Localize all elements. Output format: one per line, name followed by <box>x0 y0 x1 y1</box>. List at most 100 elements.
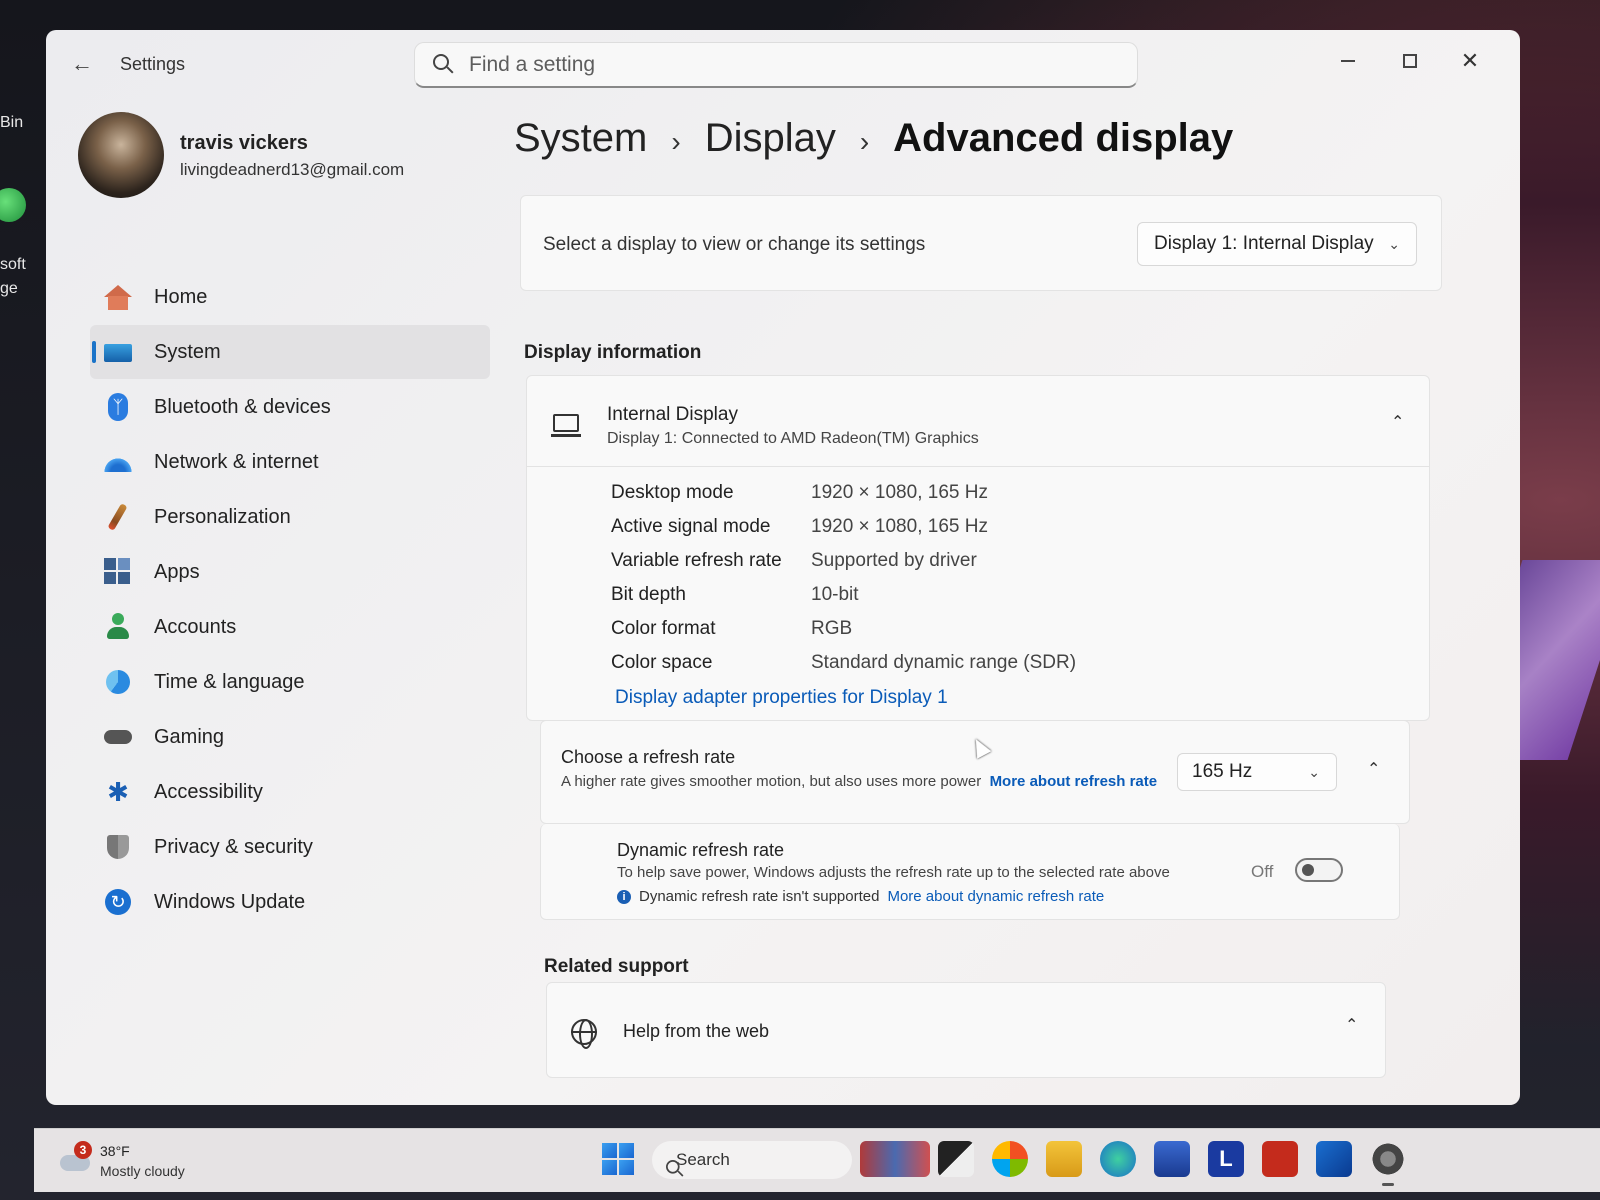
help-from-web-card[interactable]: Help from the web ⌃ <box>546 982 1386 1078</box>
task-view-icon[interactable] <box>938 1141 974 1177</box>
info-row-color-space: Color space Standard dynamic range (SDR) <box>611 647 1076 679</box>
display-select-dropdown[interactable]: Display 1: Internal Display ⌄ <box>1137 222 1417 266</box>
copilot-icon[interactable] <box>992 1141 1028 1177</box>
sidebar-item-network[interactable]: Network & internet <box>90 435 490 489</box>
avatar[interactable] <box>78 112 164 198</box>
maximize-button[interactable] <box>1390 44 1430 78</box>
sidebar-item-privacy-security[interactable]: Privacy & security <box>90 820 490 874</box>
app-title: Settings <box>120 54 186 74</box>
dynamic-refresh-unsupported-text: Dynamic refresh rate isn't supported <box>639 888 880 905</box>
close-button[interactable]: ✕ <box>1450 44 1490 78</box>
info-key: Desktop mode <box>611 482 734 503</box>
minimize-button[interactable] <box>1328 44 1368 78</box>
info-value: 1920 × 1080, 165 Hz <box>811 482 988 503</box>
sidebar-item-apps[interactable]: Apps <box>90 545 490 599</box>
settings-gear-icon[interactable] <box>1370 1141 1406 1186</box>
outlook-icon[interactable] <box>1316 1141 1352 1177</box>
apps-icon <box>104 558 132 586</box>
dynamic-refresh-rate-card: Dynamic refresh rate To help save power,… <box>540 824 1400 920</box>
breadcrumb-display[interactable]: Display <box>705 116 836 161</box>
settings-search-box[interactable] <box>414 42 1138 88</box>
gamepad-icon <box>104 723 132 751</box>
user-profile[interactable]: travis vickers livingdeadnerd13@gmail.co… <box>78 112 498 202</box>
info-key: Bit depth <box>611 584 686 605</box>
info-value: Supported by driver <box>811 550 977 571</box>
settings-search-input[interactable] <box>469 52 1069 77</box>
info-icon: i <box>617 889 631 904</box>
sidebar-item-label: Accounts <box>154 615 237 638</box>
search-icon <box>433 53 455 76</box>
brush-icon <box>104 503 132 531</box>
desktop-icon-label-recycle-bin[interactable]: Bin <box>0 114 23 132</box>
sidebar-item-gaming[interactable]: Gaming <box>90 710 490 764</box>
chevron-up-icon[interactable]: ⌃ <box>1345 1015 1358 1035</box>
refresh-rate-description-text: A higher rate gives smoother motion, but… <box>561 773 982 790</box>
sidebar-item-personalization[interactable]: Personalization <box>90 490 490 544</box>
sidebar-nav: Home System ᛉ Bluetooth & devices Networ… <box>90 270 490 930</box>
info-key: Variable refresh rate <box>611 550 782 571</box>
display-information-heading: Display information <box>524 342 702 363</box>
display-name: Internal Display <box>607 404 738 425</box>
sidebar-item-accessibility[interactable]: ✱ Accessibility <box>90 765 490 819</box>
chevron-up-icon[interactable]: ⌃ <box>1367 759 1380 779</box>
display-select-value: Display 1: Internal Display <box>1154 233 1374 254</box>
weather-temp: 38°F <box>100 1143 130 1159</box>
more-about-dynamic-refresh-link[interactable]: More about dynamic refresh rate <box>887 888 1104 905</box>
mcafee-shield-icon[interactable] <box>1262 1141 1298 1177</box>
update-icon: ↻ <box>104 888 132 916</box>
breadcrumb-system[interactable]: System <box>514 116 647 161</box>
taskbar-search[interactable]: Search <box>652 1141 852 1179</box>
taskbar-search-label: Search <box>676 1150 730 1169</box>
maximize-icon <box>1403 54 1417 68</box>
sidebar-item-bluetooth[interactable]: ᛉ Bluetooth & devices <box>90 380 490 434</box>
info-row-color-format: Color format RGB <box>611 613 852 645</box>
home-icon <box>104 283 132 311</box>
chevron-right-icon: › <box>859 126 870 157</box>
file-explorer-icon[interactable] <box>1046 1141 1082 1177</box>
refresh-rate-value: 165 Hz <box>1192 761 1253 782</box>
clock-globe-icon <box>104 668 132 696</box>
info-value: 10-bit <box>811 584 859 605</box>
chevron-up-icon[interactable]: ⌃ <box>1391 412 1404 432</box>
dynamic-refresh-title: Dynamic refresh rate <box>617 840 785 860</box>
edge-browser-icon[interactable] <box>1100 1141 1136 1177</box>
sidebar-item-time-language[interactable]: Time & language <box>90 655 490 709</box>
close-icon: ✕ <box>1460 48 1480 73</box>
toggle-state-label: Off <box>1251 862 1274 881</box>
display-select-label: Select a display to view or change its s… <box>543 234 926 255</box>
refresh-rate-dropdown[interactable]: 165 Hz ⌄ <box>1177 753 1337 791</box>
display-adapter-properties-link[interactable]: Display adapter properties for Display 1 <box>615 687 948 709</box>
back-button[interactable]: ← <box>66 51 98 76</box>
lenovo-l-icon[interactable]: L <box>1208 1141 1244 1177</box>
sidebar-item-label: System <box>154 340 221 363</box>
sidebar-item-system[interactable]: System <box>90 325 490 379</box>
info-value: 1920 × 1080, 165 Hz <box>811 516 988 537</box>
desktop-app-icon[interactable] <box>0 188 26 222</box>
related-support-heading: Related support <box>544 956 689 977</box>
sidebar-item-accounts[interactable]: Accounts <box>90 600 490 654</box>
title-bar: ← Settings ✕ <box>46 30 1520 96</box>
toggle-knob <box>1302 864 1314 876</box>
microsoft-store-icon[interactable] <box>1154 1141 1190 1177</box>
accounts-icon <box>104 613 132 641</box>
laptop-display-icon <box>551 414 581 437</box>
sidebar-item-label: Personalization <box>154 505 291 528</box>
windows-logo-icon <box>602 1143 617 1158</box>
desktop-icon-label-edge-2[interactable]: ge <box>0 280 18 298</box>
widgets-icon[interactable] <box>860 1141 930 1177</box>
sidebar-item-label: Windows Update <box>154 890 306 913</box>
more-about-refresh-rate-link[interactable]: More about refresh rate <box>990 773 1158 790</box>
help-from-web-label: Help from the web <box>623 1021 770 1041</box>
dynamic-refresh-toggle[interactable] <box>1295 858 1343 882</box>
display-info-details: Desktop mode 1920 × 1080, 165 Hz Active … <box>526 467 1430 721</box>
chevron-down-icon: ⌄ <box>1308 763 1320 780</box>
chevron-right-icon: › <box>671 126 681 157</box>
start-button[interactable] <box>602 1143 634 1175</box>
dynamic-refresh-note: i Dynamic refresh rate isn't supported M… <box>617 888 1104 905</box>
display-info-header[interactable]: Internal Display Display 1: Connected to… <box>526 375 1430 467</box>
desktop-icon-label-edge-1[interactable]: soft <box>0 256 26 274</box>
sidebar-item-windows-update[interactable]: ↻ Windows Update <box>90 875 490 929</box>
sidebar-item-home[interactable]: Home <box>90 270 490 324</box>
sidebar-item-label: Time & language <box>154 670 305 693</box>
weather-widget[interactable]: 3 38°F Mostly cloudy <box>60 1141 260 1183</box>
